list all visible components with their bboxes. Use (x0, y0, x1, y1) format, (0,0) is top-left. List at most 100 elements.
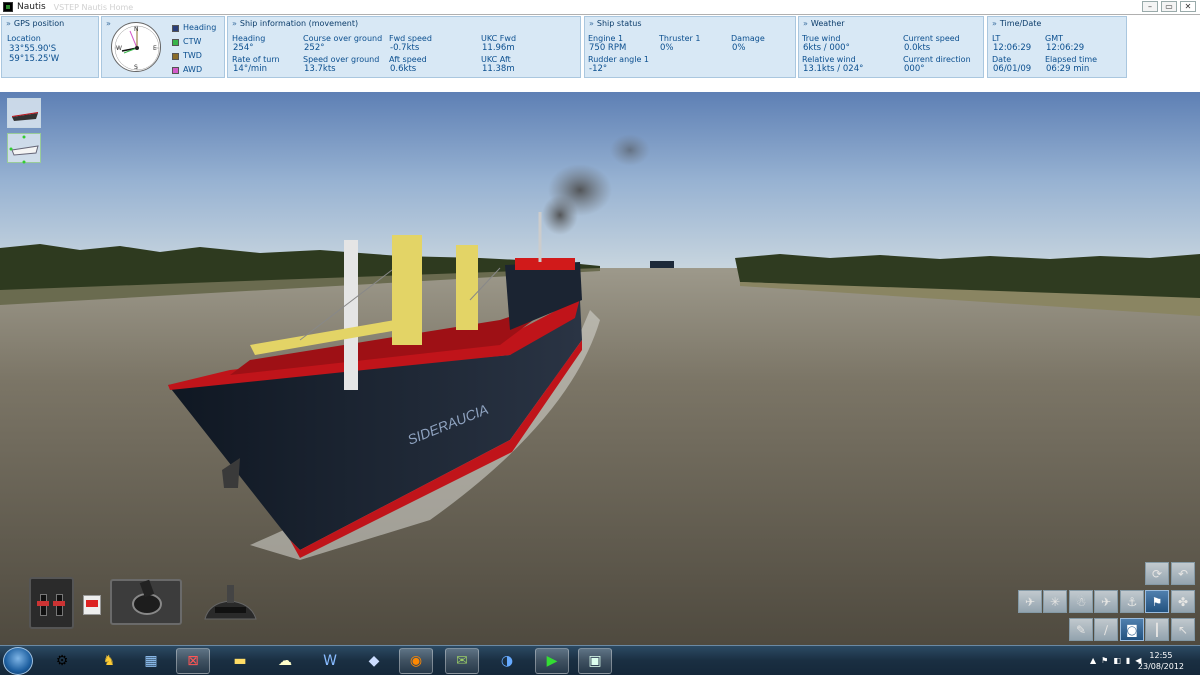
collapse-chevron-icon[interactable]: » (803, 19, 808, 28)
undo-icon[interactable]: ↶ (1171, 562, 1195, 585)
view-heli-icon[interactable]: ✤ (1171, 590, 1195, 613)
thruster-control[interactable] (201, 583, 260, 623)
legend-swatch (172, 52, 179, 60)
taskbar-folder-icon[interactable]: ▬ (223, 648, 257, 674)
rudder-wheel-control[interactable] (110, 579, 182, 625)
compass-west: W (116, 45, 122, 52)
legend-swatch (172, 24, 179, 32)
thruster-value: 0% (660, 43, 674, 53)
collapse-chevron-icon[interactable]: » (106, 19, 111, 28)
ship-status-header: Ship status (596, 19, 642, 28)
window-title: Nautis (17, 2, 46, 12)
distant-ship (650, 261, 674, 268)
anchor-pole-icon[interactable]: ┃ (1145, 618, 1169, 641)
start-button[interactable] (3, 647, 33, 675)
collapse-chevron-icon[interactable]: » (6, 19, 11, 28)
taskbar-weather-icon[interactable]: ☁ (268, 648, 302, 674)
ship-selector (7, 98, 41, 168)
gmt-value: 12:06:29 (1046, 43, 1085, 53)
compass-north: N (134, 26, 139, 33)
current-direction-value: 000° (904, 64, 925, 74)
window-subtitle: VSTEP Nautis Home (53, 2, 134, 12)
heading-value: 254° (233, 43, 254, 53)
taskbar-chat-icon[interactable]: ✉ (445, 648, 479, 674)
view-compass-icon[interactable]: ✳ (1043, 590, 1067, 613)
relative-wind-value: 13.1kts / 024° (803, 64, 864, 74)
system-tray: ▲⚑◧▮◀ 12:55 23/08/2012 (1040, 646, 1200, 675)
maximize-button[interactable]: ▭ (1161, 1, 1177, 12)
ukc-fwd-value: 11.96m (482, 43, 515, 53)
simulator-window: SIDERAUCIA Nautis VSTEP Nautis Home – ▭ … (0, 0, 1200, 675)
compass-panel: » N S E W Heading CTW TWD AWD (101, 16, 225, 78)
taskbar-calculator-icon[interactable]: ▦ (134, 648, 168, 674)
taskbar-clock[interactable]: 12:55 23/08/2012 (1138, 650, 1184, 672)
ship-status-panel: » Ship status Engine 1 750 RPM Rudder ang… (584, 16, 796, 78)
crane-2 (456, 245, 478, 330)
tool-gun-icon[interactable]: ✎ (1069, 618, 1093, 641)
view-top-icon[interactable]: ✈ (1018, 590, 1042, 613)
time-header: Time/Date (999, 19, 1042, 28)
legend-awd: AWD (172, 65, 202, 75)
clock-time: 12:55 (1149, 651, 1173, 660)
longitude-value: 59°15.25'W (9, 54, 60, 64)
collapse-chevron-icon[interactable]: » (992, 19, 997, 28)
hud-bar: » GPS position Location 33°55.90'S 59°15.… (0, 15, 1200, 92)
title-bar: Nautis VSTEP Nautis Home – ▭ ✕ (0, 0, 1200, 15)
taskbar-word-icon[interactable]: W (313, 648, 347, 674)
gps-header: GPS position (13, 19, 65, 28)
elapsed-value: 06:29 min (1046, 64, 1090, 74)
cog-value: 252° (304, 43, 325, 53)
view-crane-icon[interactable]: ⚑ (1145, 590, 1169, 613)
taskbar-settings-icon[interactable]: ⚙ (45, 648, 79, 674)
clock-date: 23/08/2012 (1137, 662, 1184, 671)
view-plane-icon[interactable]: ✈ (1094, 590, 1118, 613)
ship-select-2[interactable] (7, 133, 41, 164)
compass-south: S (134, 64, 138, 71)
ship-movement-panel: » Ship information (movement) Heading 254… (227, 16, 581, 78)
damage-value: 0% (732, 43, 746, 53)
engine-telegraph[interactable] (29, 577, 74, 629)
app-icon (3, 2, 13, 12)
taskbar-firefox-icon[interactable]: ◉ (399, 648, 433, 674)
rudder-value: -12° (589, 64, 608, 74)
collapse-chevron-icon[interactable]: » (232, 19, 237, 28)
ship-movement-header: Ship information (movement) (239, 19, 359, 28)
close-button[interactable]: ✕ (1180, 1, 1196, 12)
view-tugboat-icon[interactable]: ⚓ (1120, 590, 1144, 613)
minimize-button[interactable]: – (1142, 1, 1158, 12)
alarm-indicator-icon[interactable] (83, 595, 101, 615)
simulation-viewport[interactable]: SIDERAUCIA (0, 91, 1200, 645)
compass-east: E (153, 45, 157, 52)
gps-panel: » GPS position Location 33°55.90'S 59°15.… (1, 16, 99, 78)
location-label: Location (7, 34, 41, 43)
taskbar-app-icon[interactable]: ◆ (357, 648, 391, 674)
legend-ctw: CTW (172, 37, 201, 47)
latitude-value: 33°55.90'S (9, 44, 57, 54)
time-panel: » Time/Date LT 12:06:29 Date 06/01/09 GMT… (987, 16, 1127, 78)
legend-twd: TWD (172, 51, 202, 61)
ukc-aft-value: 11.38m (482, 64, 515, 74)
camera-icon[interactable]: ◙ (1120, 618, 1144, 641)
engine-value: 750 RPM (589, 43, 627, 53)
rate-of-turn-value: 14°/min (233, 64, 267, 74)
taskbar-nautis-icon[interactable]: ▶ (535, 648, 569, 674)
collapse-chevron-icon[interactable]: » (589, 19, 594, 28)
camera-rotate-icon[interactable]: ⟳ (1145, 562, 1169, 585)
ship-select-1[interactable] (7, 98, 41, 128)
cursor-icon[interactable]: ↖ (1171, 618, 1195, 641)
legend-swatch (172, 38, 179, 46)
lt-value: 12:06:29 (993, 43, 1032, 53)
fwd-speed-value: -0.7kts (390, 43, 420, 53)
windows-taskbar: ⚙ ♞ ▦ ⊠ ▬ ☁ W ◆ ◉ ✉ ◑ ▶ ▣ ▲⚑◧▮◀ 12:55 23… (0, 645, 1200, 675)
date-value: 06/01/09 (993, 64, 1032, 74)
view-person-icon[interactable]: ☃ (1069, 590, 1093, 613)
taskbar-thunderbird-icon[interactable]: ◑ (490, 648, 524, 674)
weather-header: Weather (810, 19, 845, 28)
tool-pencil-icon[interactable]: ∕ (1094, 618, 1118, 641)
legend-heading: Heading (172, 23, 216, 33)
current-speed-value: 0.0kts (904, 43, 931, 53)
taskbar-game-icon[interactable]: ♞ (92, 648, 126, 674)
true-wind-value: 6kts / 000° (803, 43, 850, 53)
taskbar-window-icon[interactable]: ▣ (578, 648, 612, 674)
taskbar-chart-icon[interactable]: ⊠ (176, 648, 210, 674)
